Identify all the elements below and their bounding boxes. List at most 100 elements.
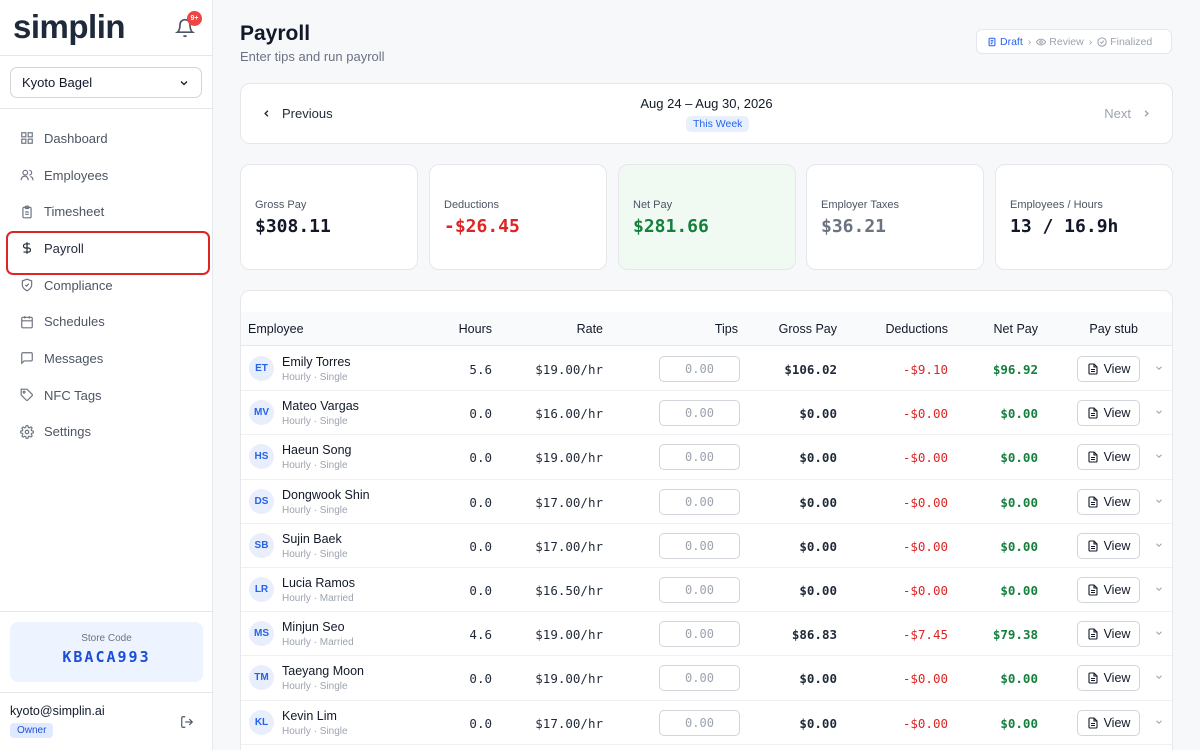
avatar: SB (249, 532, 274, 558)
tips-input[interactable]: 0.00 (659, 532, 740, 559)
net-pay-cell: $0.00 (1000, 583, 1038, 598)
chevron-down-icon[interactable] (1154, 672, 1164, 682)
tips-input[interactable]: 0.00 (659, 665, 740, 692)
users-icon (20, 169, 34, 181)
calendar-icon (21, 315, 33, 329)
chevron-down-icon[interactable] (1154, 496, 1164, 506)
chevron-down-icon[interactable] (1154, 451, 1164, 461)
view-pay-stub-button[interactable]: View (1077, 665, 1140, 692)
employee-name[interactable]: Taeyang Moon (282, 664, 364, 678)
employee-name[interactable]: Lucia Ramos (282, 576, 355, 590)
view-pay-stub-button[interactable]: View (1077, 444, 1140, 471)
stat-deductions: Deductions -$26.45 (429, 164, 607, 270)
chevron-down-icon[interactable] (1154, 540, 1164, 550)
chevron-down-icon[interactable] (1154, 717, 1164, 727)
tips-input[interactable]: 0.00 (659, 444, 740, 471)
store-code-value[interactable]: KBACA993 (10, 648, 203, 666)
chevron-down-icon[interactable] (1154, 628, 1164, 638)
view-pay-stub-button[interactable]: View (1077, 621, 1140, 648)
store-code-label: Store Code (81, 633, 132, 644)
logout-icon[interactable] (180, 715, 194, 729)
sidebar-item-settings[interactable]: Settings (0, 414, 212, 451)
gross-pay-cell: $0.00 (799, 583, 837, 598)
view-pay-stub-button[interactable]: View (1077, 400, 1140, 427)
tips-input[interactable]: 0.00 (659, 577, 740, 603)
store-select[interactable]: Kyoto Bagel (10, 67, 202, 98)
hours-cell: 0.0 (469, 406, 492, 422)
tips-input[interactable]: 0.00 (659, 709, 740, 736)
view-pay-stub-button[interactable]: View (1077, 577, 1140, 603)
column-header: Hours (458, 322, 492, 336)
document-icon (1088, 584, 1098, 596)
column-header: Gross Pay (778, 322, 837, 336)
chevron-down-icon[interactable] (1154, 363, 1164, 373)
app-logo[interactable]: simplin (13, 8, 126, 46)
tips-input[interactable]: 0.00 (659, 400, 740, 427)
sidebar-item-employees[interactable]: Employees (0, 157, 212, 194)
rate-cell: $19.00/hr (535, 671, 603, 687)
chevron-down-icon[interactable] (1154, 584, 1164, 594)
sidebar-item-payroll[interactable]: Payroll (0, 230, 212, 275)
deductions-cell: -$0.00 (902, 538, 948, 554)
table-row: MV Mateo Vargas Hourly · Single 0.0 $16.00/h… (241, 391, 1172, 436)
deductions-cell: -$0.00 (902, 583, 948, 598)
tips-input[interactable]: 0.00 (659, 488, 740, 515)
deductions-cell: -$0.00 (902, 406, 948, 422)
week-selector: Previous Aug 24 – Aug 30, 2026 This Week… (240, 83, 1173, 144)
employee-name[interactable]: Minjun Seo (282, 620, 345, 634)
net-pay-cell: $0.00 (1000, 715, 1038, 731)
tips-input[interactable]: 0.00 (659, 621, 740, 648)
sidebar-item-label: NFC Tags (44, 387, 102, 403)
employee-name[interactable]: Kevin Lim (282, 709, 337, 723)
sidebar-item-timesheet[interactable]: Timesheet (0, 193, 212, 230)
sidebar-item-dashboard[interactable]: Dashboard (0, 120, 212, 157)
rate-cell: $16.00/hr (535, 406, 603, 422)
sidebar-item-nfc-tags[interactable]: NFC Tags (0, 377, 212, 414)
shield-icon (21, 278, 33, 292)
table-row: DS Dongwook Shin Hourly · Single 0.0 $17.00/… (241, 480, 1172, 524)
column-header: Rate (576, 322, 603, 336)
employee-name[interactable]: Haeun Song (282, 443, 352, 457)
sidebar-item-label: Employees (44, 167, 109, 183)
employee-name[interactable]: Mateo Vargas (282, 399, 359, 413)
sidebar-item-compliance[interactable]: Compliance (0, 267, 212, 304)
gross-pay-cell: $0.00 (799, 406, 837, 422)
table-row: MS Minjun Seo Hourly · Married 4.6 $19.00/hr… (241, 612, 1172, 657)
hours-cell: 0.0 (469, 715, 492, 731)
tips-input[interactable]: 0.00 (659, 356, 740, 382)
page-subtitle: Enter tips and run payroll (240, 49, 385, 64)
document-icon (1088, 628, 1098, 640)
employee-name[interactable]: Dongwook Shin (282, 488, 370, 502)
document-icon (1088, 672, 1098, 684)
hours-cell: 0.0 (469, 671, 492, 687)
payroll-table: Employee Hours Rate Tips Gross Pay Deduc… (240, 290, 1173, 750)
sidebar-item-schedules[interactable]: Schedules (0, 303, 212, 340)
employee-meta: Hourly · Married (282, 637, 354, 649)
net-pay-cell: $96.92 (992, 362, 1038, 377)
employee-meta: Hourly · Single (282, 372, 348, 383)
stat-employees-hours: Employees / Hours 13 / 16.9h (995, 164, 1173, 270)
next-week-button[interactable]: Next (1104, 106, 1152, 121)
rate-cell: $19.00/hr (535, 627, 603, 643)
deductions-cell: -$0.00 (902, 671, 948, 687)
message-icon (21, 352, 33, 366)
net-pay-cell: $79.38 (992, 627, 1038, 643)
sidebar-item-label: Payroll (44, 240, 84, 256)
employee-name[interactable]: Emily Torres (282, 355, 351, 369)
rate-cell: $19.00/hr (535, 450, 603, 466)
chevron-down-icon[interactable] (1154, 407, 1164, 417)
deductions-cell: -$9.10 (902, 362, 948, 377)
employee-meta: Hourly · Single (282, 460, 348, 472)
stat-employer-taxes: Employer Taxes $36.21 (806, 164, 984, 270)
view-pay-stub-button[interactable]: View (1077, 532, 1140, 559)
sidebar-item-messages[interactable]: Messages (0, 340, 212, 377)
stat-net-pay: Net Pay $281.66 (618, 164, 796, 270)
view-pay-stub-button[interactable]: View (1077, 356, 1140, 382)
tag-icon (20, 388, 33, 402)
rate-cell: $17.00/hr (535, 494, 603, 510)
check-circle-icon (1097, 36, 1107, 47)
employee-name[interactable]: Sujin Baek (282, 532, 342, 546)
view-pay-stub-button[interactable]: View (1077, 709, 1140, 736)
view-pay-stub-button[interactable]: View (1077, 488, 1140, 515)
column-header: Tips (714, 322, 738, 336)
